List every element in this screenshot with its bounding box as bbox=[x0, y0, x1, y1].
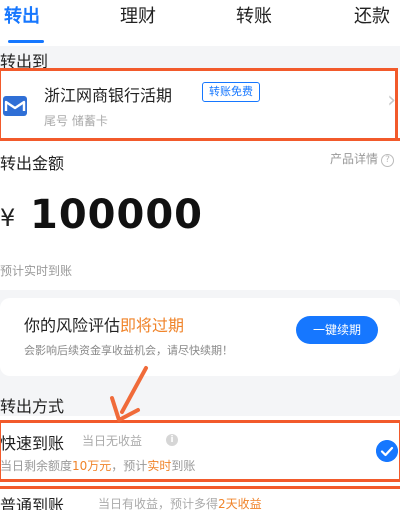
normal-note-highlight: 2天收益 bbox=[218, 497, 262, 510]
tab-transfer[interactable]: 转账 bbox=[236, 2, 272, 28]
risk-assessment-card: 你的风险评估即将过期 会影响后续资金享收益机会，请尽快续期！ 一键续期 bbox=[0, 298, 400, 376]
fast-arrival-desc: 当日剩余额度10万元，预计实时到账 bbox=[0, 457, 195, 474]
bank-name: 浙江网商银行活期 bbox=[44, 86, 173, 105]
fast-arrival-note: 当日无收益 bbox=[82, 434, 143, 448]
desc-suffix: 到账 bbox=[171, 459, 196, 473]
arrival-estimate: 预计实时到账 bbox=[0, 264, 73, 278]
risk-title: 你的风险评估即将过期 bbox=[24, 312, 184, 336]
normal-note-prefix: 当日有收益，预计多得 bbox=[98, 497, 219, 510]
active-tab-indicator bbox=[8, 40, 44, 43]
realtime-highlight: 实时 bbox=[147, 459, 172, 473]
quota-amount: 10万元 bbox=[72, 459, 112, 473]
renew-button[interactable]: 一键续期 bbox=[296, 316, 378, 344]
risk-title-prefix: 你的风险评估 bbox=[24, 316, 121, 335]
tab-transfer-out[interactable]: 转出 bbox=[4, 2, 40, 28]
account-subtitle: 尾号 储蓄卡 bbox=[44, 114, 108, 128]
bank-account-selector[interactable]: 浙江网商银行活期 转账免费 尾号 储蓄卡 › bbox=[0, 70, 400, 148]
risk-title-highlight: 即将过期 bbox=[120, 316, 185, 335]
fast-arrival-label[interactable]: 快速到账 bbox=[0, 430, 64, 454]
amount-input[interactable]: 100000 bbox=[30, 192, 203, 238]
product-detail-link[interactable]: 产品详情? bbox=[330, 150, 394, 167]
transfer-to-title: 转出到 bbox=[0, 52, 49, 71]
selected-check-icon[interactable] bbox=[376, 440, 398, 462]
tab-repay[interactable]: 还款 bbox=[354, 2, 390, 28]
risk-subtitle: 会影响后续资金享收益机会，请尽快续期！ bbox=[24, 344, 233, 357]
tab-bar: 转出 理财 转账 还款 bbox=[0, 0, 400, 46]
currency-symbol: ¥ bbox=[0, 204, 16, 232]
info-icon[interactable]: i bbox=[166, 434, 178, 446]
product-detail-label: 产品详情 bbox=[329, 152, 378, 166]
normal-arrival-label[interactable]: 普通到账 bbox=[0, 492, 64, 510]
tab-wealth[interactable]: 理财 bbox=[120, 2, 156, 28]
fee-free-badge: 转账免费 bbox=[202, 82, 260, 102]
chevron-right-icon: › bbox=[387, 88, 396, 113]
normal-arrival-note: 当日有收益，预计多得2天收益 bbox=[98, 495, 262, 510]
quota-prefix: 当日剩余额度 bbox=[0, 459, 73, 473]
method-title: 转出方式 bbox=[0, 397, 65, 416]
desc-mid: ，预计 bbox=[111, 459, 148, 473]
amount-title: 转出金额 bbox=[0, 154, 65, 173]
bank-logo-icon bbox=[3, 96, 27, 116]
question-icon: ? bbox=[381, 154, 394, 167]
